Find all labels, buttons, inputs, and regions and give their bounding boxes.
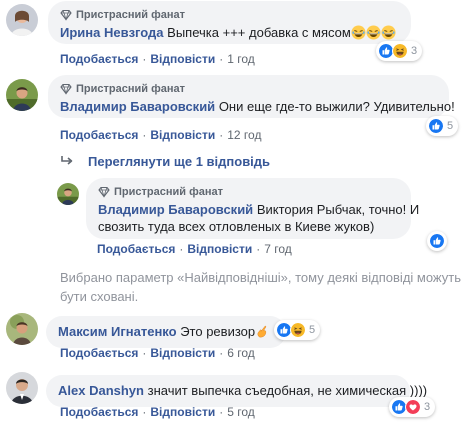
diamond-icon	[60, 83, 72, 95]
comment-text: Это ревизор	[180, 324, 256, 339]
avatar[interactable]	[6, 79, 38, 111]
reply-button[interactable]: Відповісти	[150, 346, 215, 360]
comment-actions: Подобається · Відповісти · 6 год	[60, 346, 255, 360]
reactions-count[interactable]: 5	[274, 320, 321, 340]
comment-author[interactable]: Ирина Невзгода	[60, 25, 164, 40]
comment-time[interactable]: 7 год	[264, 242, 292, 256]
comment-author[interactable]: Alex Danshyn	[58, 383, 144, 398]
sorting-notice: Вибрано параметр «Найвідповідніші», тому…	[60, 270, 461, 304]
reactions-count[interactable]: 3	[389, 397, 436, 417]
comment-time[interactable]: 6 год	[227, 346, 255, 360]
comment-bubble: Пристрасний фанат Владимир Баваровский О…	[48, 75, 455, 118]
reactions-count[interactable]: 3	[376, 41, 423, 61]
reply-arrow-icon	[61, 156, 73, 165]
comment-bubble: Пристрасний фанат Ирина Невзгода Выпечка…	[48, 1, 411, 44]
comment-text: Выпечка +++ добавка с мясом	[167, 25, 351, 40]
comment-time[interactable]: 12 год	[227, 128, 261, 142]
comment-actions: Подобається · Відповісти · 12 год	[60, 128, 262, 142]
comment-actions: Подобається · Відповісти · 7 год	[97, 242, 292, 256]
reply-button[interactable]: Відповісти	[150, 405, 215, 419]
like-button[interactable]: Подобається	[60, 52, 138, 66]
comment-bubble: Максим Игнатенко Это ревизор	[46, 316, 286, 348]
comment-actions: Подобається · Відповісти · 5 год	[60, 405, 255, 419]
diamond-icon	[60, 9, 72, 21]
comment-actions: Подобається · Відповісти · 1 год	[60, 52, 255, 66]
laughing-crying-emoji-icon	[366, 25, 381, 40]
comment-author[interactable]: Максим Игнатенко	[58, 324, 177, 339]
avatar[interactable]	[57, 183, 79, 205]
avatar[interactable]	[6, 4, 38, 36]
like-reaction-icon	[428, 118, 444, 134]
comment-time[interactable]: 1 год	[227, 52, 255, 66]
haha-reaction-icon	[290, 322, 306, 338]
comment-bubble: Alex Danshyn значит выпечка съедобная, н…	[46, 375, 427, 407]
like-button[interactable]: Подобається	[60, 346, 138, 360]
laughing-crying-emoji-icon	[351, 25, 366, 40]
comment-text: Они еще где-то выжили? Удивительно!	[218, 99, 455, 114]
top-fan-badge: Пристрасний фанат	[60, 8, 399, 22]
avatar[interactable]	[6, 313, 38, 345]
comment-author[interactable]: Владимир Баваровский	[98, 202, 253, 217]
reply-button[interactable]: Відповісти	[187, 242, 252, 256]
top-fan-badge: Пристрасний фанат	[98, 185, 399, 199]
like-button[interactable]: Подобається	[60, 405, 138, 419]
avatar[interactable]	[6, 372, 38, 404]
reactions-count[interactable]	[427, 231, 447, 251]
reactions-count[interactable]: 5	[426, 116, 459, 136]
comment-text: Виктория Рыбчак, точно! И	[256, 202, 420, 217]
comment-text: свозить туда всех отловленых в Киеве жук…	[98, 219, 375, 234]
diamond-icon	[98, 186, 110, 198]
love-reaction-icon	[405, 399, 421, 415]
comment-time[interactable]: 5 год	[227, 405, 255, 419]
comment-text: значит выпечка съедобная, не химическая …	[147, 383, 428, 398]
view-more-replies-link[interactable]: Переглянути ще 1 відповідь	[60, 153, 270, 169]
reply-button[interactable]: Відповісти	[150, 52, 215, 66]
like-button[interactable]: Подобається	[60, 128, 138, 142]
top-fan-badge: Пристрасний фанат	[60, 82, 437, 96]
reply-button[interactable]: Відповісти	[150, 128, 215, 142]
comment-bubble: Пристрасний фанат Владимир Баваровский В…	[86, 178, 419, 239]
comment-author[interactable]: Владимир Баваровский	[60, 99, 215, 114]
waving-hand-emoji-icon	[255, 324, 270, 339]
laughing-crying-emoji-icon	[381, 25, 396, 40]
haha-reaction-icon	[392, 43, 408, 59]
like-reaction-icon	[429, 233, 445, 249]
like-button[interactable]: Подобається	[97, 242, 175, 256]
